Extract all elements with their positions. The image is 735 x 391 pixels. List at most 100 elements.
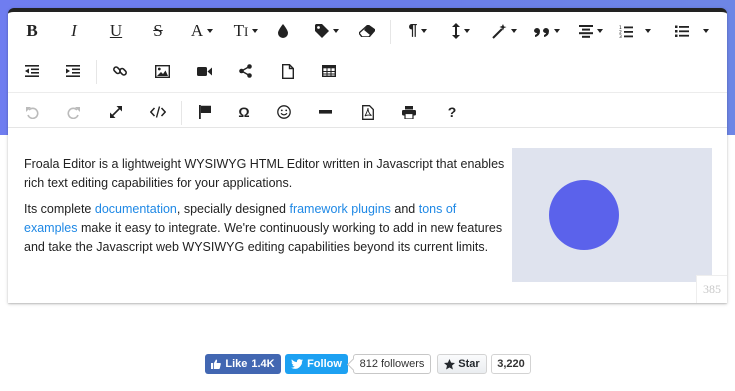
print-button[interactable] xyxy=(401,99,417,125)
editor-toolbar: B I U S A TI ¶ 1 2 3 Ω ? xyxy=(8,12,727,128)
toolbar-row-1: B I U S A TI ¶ 1 2 3 xyxy=(8,12,727,50)
tag-icon xyxy=(315,24,329,38)
redo-icon xyxy=(67,106,80,119)
editor-content-area[interactable]: Froala Editor is a lightweight WYSIWYG H… xyxy=(8,128,727,303)
code-icon xyxy=(150,106,166,118)
unordered-list-button[interactable] xyxy=(672,18,712,44)
image-icon xyxy=(154,64,170,78)
insert-link-button[interactable] xyxy=(112,58,128,84)
quote-button[interactable] xyxy=(532,18,562,44)
twitter-followers-count[interactable]: 812 followers xyxy=(353,354,431,374)
share-icon xyxy=(238,64,252,78)
undo-icon xyxy=(25,106,38,119)
language-button[interactable] xyxy=(197,99,213,125)
paragraph-format-button[interactable]: ¶ xyxy=(404,18,432,44)
editor-image[interactable] xyxy=(512,148,712,282)
bold-button[interactable]: B xyxy=(22,18,42,44)
redo-button[interactable] xyxy=(65,99,81,125)
insert-file-button[interactable] xyxy=(280,58,296,84)
undo-button[interactable] xyxy=(24,99,40,125)
clear-formatting-button[interactable] xyxy=(358,18,376,44)
help-button[interactable]: ? xyxy=(444,99,460,125)
github-star-count[interactable]: 3,220 xyxy=(491,354,531,374)
paragraph-style-button[interactable] xyxy=(312,18,342,44)
underline-icon: U xyxy=(109,21,123,40)
facebook-like-button[interactable]: Like 1.4K xyxy=(205,354,281,374)
line-height-icon xyxy=(452,23,460,39)
chevron-down-icon xyxy=(597,29,603,33)
editor-text[interactable]: Froala Editor is a lightweight WYSIWYG H… xyxy=(24,155,506,264)
text-color-button[interactable] xyxy=(276,18,290,44)
quote-icon xyxy=(534,28,549,37)
export-pdf-button[interactable] xyxy=(360,99,376,125)
toolbar-row-3: Ω ? xyxy=(8,92,727,130)
pilcrow-icon: ¶ xyxy=(408,22,418,39)
svg-text:3: 3 xyxy=(619,34,622,38)
italic-icon: I xyxy=(71,21,77,40)
indent-button[interactable] xyxy=(65,58,81,84)
chevron-down-icon xyxy=(333,29,339,33)
underline-button[interactable]: U xyxy=(106,18,126,44)
github-star-button[interactable]: Star xyxy=(437,354,487,374)
framework-plugins-link[interactable]: framework plugins xyxy=(289,202,390,216)
align-button[interactable] xyxy=(576,18,606,44)
question-mark-icon: ? xyxy=(447,104,457,120)
flag-icon xyxy=(199,105,211,119)
wysiwyg-editor: B I U S A TI ¶ 1 2 3 Ω ? Froala Editor i… xyxy=(8,8,727,303)
outdent-icon xyxy=(25,65,39,77)
inline-style-button[interactable] xyxy=(489,18,519,44)
table-icon xyxy=(322,65,336,77)
italic-button[interactable]: I xyxy=(64,18,84,44)
omega-icon: Ω xyxy=(238,104,250,120)
chevron-down-icon xyxy=(464,29,470,33)
unordered-list-icon xyxy=(675,25,689,37)
eraser-icon xyxy=(359,25,375,37)
twitter-bird-icon xyxy=(291,359,304,369)
chevron-down-icon xyxy=(645,29,651,33)
facebook-like-count: 1.4K xyxy=(251,358,275,370)
twitter-follow-label: Follow xyxy=(307,358,342,370)
insert-table-button[interactable] xyxy=(321,58,337,84)
toolbar-row-2 xyxy=(8,52,727,90)
insert-image-button[interactable] xyxy=(154,58,170,84)
link-icon xyxy=(113,66,127,76)
star-icon xyxy=(444,358,456,369)
smiley-icon xyxy=(277,105,291,119)
ordered-list-button[interactable]: 123 xyxy=(618,18,652,44)
chevron-down-icon xyxy=(421,29,428,33)
code-view-button[interactable] xyxy=(149,99,167,125)
ordered-list-icon: 123 xyxy=(619,25,633,38)
special-characters-button[interactable]: Ω xyxy=(236,99,252,125)
emoticons-button[interactable] xyxy=(276,99,292,125)
toolbar-separator xyxy=(181,101,182,125)
outdent-button[interactable] xyxy=(24,58,40,84)
pdf-file-icon xyxy=(362,104,374,120)
twitter-follow-button[interactable]: Follow xyxy=(285,354,348,374)
horizontal-line-button[interactable] xyxy=(317,99,333,125)
embed-button[interactable] xyxy=(237,58,253,84)
chevron-down-icon xyxy=(554,29,560,33)
insert-video-button[interactable] xyxy=(196,58,212,84)
font-family-icon: A xyxy=(190,21,204,40)
video-camera-icon xyxy=(196,66,212,76)
paragraph-1[interactable]: Froala Editor is a lightweight WYSIWYG H… xyxy=(24,155,506,193)
droplet-icon xyxy=(278,24,288,38)
strikethrough-button[interactable]: S xyxy=(148,18,168,44)
font-family-button[interactable]: A xyxy=(188,18,216,44)
file-icon xyxy=(282,63,294,79)
chevron-down-icon xyxy=(207,29,214,33)
expand-icon xyxy=(110,106,122,118)
toolbar-separator xyxy=(96,60,97,84)
toolbar-separator xyxy=(390,20,391,44)
font-size-button[interactable]: TI xyxy=(230,18,262,44)
chevron-down-icon xyxy=(252,29,259,33)
fullscreen-button[interactable] xyxy=(108,99,124,125)
character-counter: 385 xyxy=(696,275,727,303)
documentation-link[interactable]: documentation xyxy=(95,202,177,216)
magic-wand-icon xyxy=(491,23,506,39)
align-center-icon xyxy=(579,24,593,38)
paragraph-2[interactable]: Its complete documentation, specially de… xyxy=(24,200,506,257)
chevron-down-icon xyxy=(510,29,517,33)
github-star-label: Star xyxy=(458,358,480,370)
line-height-button[interactable] xyxy=(448,18,474,44)
